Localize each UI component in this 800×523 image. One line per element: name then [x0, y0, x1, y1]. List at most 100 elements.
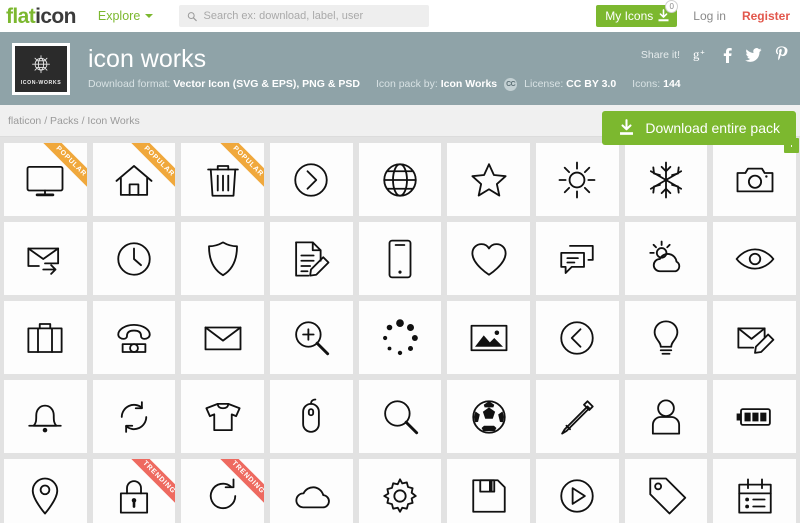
arrow-left-circle-icon [560, 320, 594, 355]
breadcrumb-separator-2: / [81, 114, 85, 127]
heart-icon [471, 242, 507, 276]
svg-text:g: g [693, 47, 700, 61]
icon-tile[interactable] [4, 459, 87, 523]
icon-tile[interactable] [269, 143, 353, 216]
breadcrumb-item-packs[interactable]: Packs [50, 115, 79, 127]
play-circle-icon [560, 478, 594, 513]
icon-tile[interactable] [447, 301, 530, 374]
icon-tile[interactable] [4, 380, 87, 453]
icon-tile[interactable] [447, 222, 530, 295]
icon-tile[interactable] [447, 143, 530, 216]
license-value[interactable]: CC BY 3.0 [566, 78, 616, 90]
tshirt-icon [205, 402, 241, 431]
icon-tile[interactable] [181, 222, 264, 295]
tag-icon [649, 477, 687, 514]
logo-flat-text: flat [6, 4, 36, 28]
envelope-icon [204, 326, 242, 350]
icon-tile[interactable] [358, 222, 442, 295]
zoom-in-icon [295, 320, 330, 355]
icon-tile[interactable] [447, 459, 530, 523]
compose-mail-icon [737, 326, 774, 354]
icon-tile[interactable] [624, 222, 708, 295]
google-plus-icon[interactable]: g + [693, 47, 710, 62]
license-label: License: [524, 78, 564, 91]
icon-tile[interactable] [92, 222, 176, 295]
icon-tile[interactable] [358, 459, 442, 523]
icon-tile[interactable] [269, 459, 353, 523]
pack-by-label: Icon pack by: [375, 78, 438, 91]
pinterest-icon[interactable] [775, 46, 788, 63]
icon-tile[interactable]: POPULAR [4, 143, 87, 216]
icon-tile[interactable]: POPULAR [181, 143, 264, 216]
icon-tile[interactable] [92, 301, 176, 374]
icon-tile[interactable]: TRENDING [92, 459, 176, 523]
icon-tile[interactable] [4, 301, 87, 374]
icon-tile[interactable]: TRENDING [181, 459, 264, 523]
explore-menu[interactable]: Explore [97, 9, 154, 23]
lightbulb-icon [653, 319, 679, 355]
icon-tile[interactable] [358, 380, 442, 453]
icon-tile[interactable] [269, 222, 353, 295]
search-icon [384, 399, 419, 434]
breadcrumb-item-icon-works[interactable]: Icon Works [87, 115, 139, 127]
icon-tile[interactable] [4, 222, 87, 295]
icon-tile[interactable] [92, 380, 176, 453]
star-icon [471, 162, 507, 196]
icon-tile[interactable] [713, 380, 796, 453]
search-box[interactable] [179, 5, 430, 27]
share-label: Share it! [640, 48, 680, 61]
icon-tile[interactable]: POPULAR [92, 143, 176, 216]
breadcrumb-separator-1: / [44, 114, 48, 127]
creative-commons-icon: CC [504, 77, 518, 91]
icon-tile[interactable] [713, 459, 796, 523]
partly-cloudy-icon [649, 240, 681, 272]
breadcrumb-bar: flaticon / Packs / Icon Works Download e… [0, 105, 800, 145]
icon-tile[interactable] [624, 380, 708, 453]
icon-tile[interactable] [535, 222, 619, 295]
top-navigation-bar: flaticon Explore My Icons 0 Log in Regis… [0, 0, 800, 32]
icon-tile[interactable] [358, 143, 442, 216]
icon-tile[interactable] [181, 380, 264, 453]
my-icons-button[interactable]: My Icons 0 [596, 0, 679, 27]
image-icon [470, 324, 508, 351]
icon-tile[interactable] [535, 380, 619, 453]
location-pin-icon [32, 477, 59, 514]
flaticon-logo[interactable]: flaticon [6, 6, 76, 27]
icon-tile[interactable] [713, 143, 796, 216]
document-edit-icon [295, 240, 330, 277]
sun-icon [558, 161, 596, 198]
gear-icon [383, 477, 417, 513]
icon-tile[interactable] [181, 301, 264, 374]
login-link[interactable]: Log in [693, 9, 726, 23]
pencil-icon [561, 399, 594, 435]
snowflake-icon [649, 161, 683, 198]
icon-tile[interactable] [535, 301, 619, 374]
icon-tile[interactable] [535, 143, 619, 216]
pack-meta: icon works Download format: Vector Icon … [88, 45, 681, 91]
icon-tile[interactable] [447, 380, 530, 453]
search-input[interactable] [203, 10, 422, 22]
icon-tile[interactable] [624, 143, 708, 216]
telephone-icon [117, 323, 151, 353]
register-link[interactable]: Register [742, 9, 790, 23]
gear-globe-icon [32, 54, 50, 73]
icon-tile[interactable] [624, 301, 708, 374]
icon-tile[interactable] [713, 301, 796, 374]
download-format-value: Vector Icon (SVG & EPS), PNG & PSD [173, 78, 360, 91]
camera-icon [736, 167, 774, 192]
twitter-icon[interactable] [745, 47, 762, 62]
page-title: icon works [88, 45, 207, 74]
icon-tile[interactable] [269, 301, 353, 374]
pack-logo-text: ICON-WORKS [20, 79, 62, 86]
icon-tile[interactable] [358, 301, 442, 374]
pack-by-value[interactable]: Icon Works [441, 78, 497, 90]
icon-tile[interactable] [713, 222, 796, 295]
explore-label: Explore [97, 9, 141, 23]
breadcrumb-item-flaticon[interactable]: flaticon [8, 115, 41, 127]
icon-tile[interactable] [535, 459, 619, 523]
icon-tile[interactable] [269, 380, 353, 453]
icon-tile[interactable] [624, 459, 708, 523]
download-entire-pack-button[interactable]: Download entire pack [602, 111, 796, 145]
facebook-icon[interactable] [723, 47, 732, 63]
globe-icon [383, 162, 417, 197]
